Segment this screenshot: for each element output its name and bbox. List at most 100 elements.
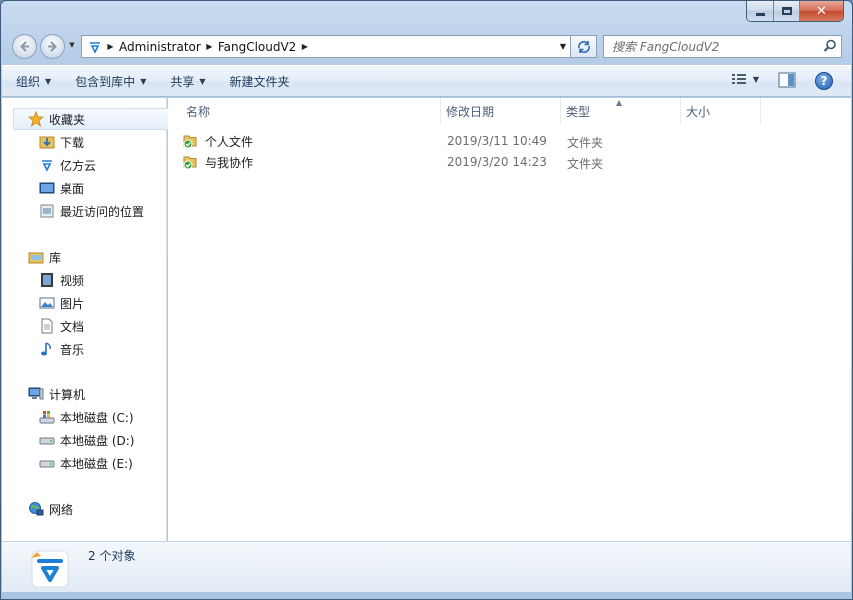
nav-videos-label: 视频 xyxy=(60,273,85,288)
caption-buttons: ✕ xyxy=(746,1,844,22)
share-label: 共享 xyxy=(170,74,195,89)
back-button[interactable] xyxy=(12,34,37,59)
back-arrow-icon xyxy=(20,41,29,52)
nav-favorites[interactable]: 收藏夹 xyxy=(13,108,176,130)
navigation-row: ▼ ▶ Administrator ▶ FangCloudV2 ▶ ▼ xyxy=(1,31,852,61)
nav-downloads[interactable]: 下载 xyxy=(2,131,84,153)
close-icon: ✕ xyxy=(816,3,827,19)
nav-downloads-label: 下载 xyxy=(60,135,85,150)
chevron-down-icon: ▼ xyxy=(140,76,147,86)
video-icon xyxy=(39,272,55,288)
hard-drive-icon xyxy=(39,455,55,471)
nav-videos[interactable]: 视频 xyxy=(2,269,84,291)
file-date: 2019/3/20 14:23 xyxy=(447,155,547,169)
breadcrumb-chevron-icon[interactable]: ▶ xyxy=(104,42,117,51)
include-in-library-button[interactable]: 包含到库中 ▼ xyxy=(75,68,156,94)
nav-pictures-label: 图片 xyxy=(60,296,85,311)
navigation-pane: 收藏夹 下载 亿方云 桌面 最近访问的位置 库 视频 图片 文档 音乐 计算机 … xyxy=(2,98,176,541)
help-button[interactable]: ? xyxy=(815,72,833,90)
breadcrumb-chevron-icon[interactable]: ▶ xyxy=(298,42,311,51)
include-in-library-label: 包含到库中 xyxy=(75,74,136,89)
computer-icon xyxy=(28,386,44,402)
file-type: 文件夹 xyxy=(567,157,604,171)
nav-computer[interactable]: 计算机 xyxy=(2,383,85,405)
organize-button[interactable]: 组织 ▼ xyxy=(16,68,61,94)
recent-pages-dropdown[interactable]: ▼ xyxy=(67,41,77,51)
chevron-down-icon: ▼ xyxy=(199,76,206,86)
file-name: 与我协作 xyxy=(205,155,254,170)
organize-label: 组织 xyxy=(16,74,41,89)
nav-drive-c-label: 本地磁盘 (C:) xyxy=(60,410,134,425)
nav-libraries-label: 库 xyxy=(49,250,62,265)
picture-icon xyxy=(39,295,55,311)
new-folder-label: 新建文件夹 xyxy=(229,74,290,89)
maximize-icon xyxy=(781,7,792,15)
synced-folder-icon xyxy=(182,154,198,170)
column-header-name[interactable]: 名称 xyxy=(181,98,441,124)
explorer-window: ✕ ▼ ▶ Administrator ▶ FangCloudV2 ▶ ▼ 搜索… xyxy=(0,0,853,600)
maximize-button[interactable] xyxy=(773,1,799,21)
new-folder-button[interactable]: 新建文件夹 xyxy=(230,68,300,94)
change-view-button[interactable]: ▼ xyxy=(731,72,759,86)
forward-button[interactable] xyxy=(40,34,65,59)
column-name-label: 名称 xyxy=(186,104,211,119)
fangcloud-app-icon xyxy=(31,550,69,588)
preview-pane-icon xyxy=(778,72,796,88)
nav-music[interactable]: 音乐 xyxy=(2,338,84,360)
nav-network-label: 网络 xyxy=(49,502,74,517)
search-box[interactable] xyxy=(603,35,842,58)
file-row[interactable]: 个人文件 2019/3/11 10:49 文件夹 xyxy=(182,131,682,151)
column-header-date[interactable]: 修改日期 xyxy=(441,98,561,124)
nav-computer-label: 计算机 xyxy=(49,387,86,402)
libraries-icon xyxy=(28,249,44,265)
nav-desktop[interactable]: 桌面 xyxy=(2,177,84,199)
breadcrumb-chevron-icon[interactable]: ▶ xyxy=(203,42,216,51)
minimize-icon xyxy=(755,12,765,16)
details-view-icon xyxy=(731,74,746,84)
nav-documents-label: 文档 xyxy=(60,319,85,334)
system-drive-icon xyxy=(39,409,55,425)
column-headers: 名称 修改日期 类型 ▲ 大小 xyxy=(168,98,851,124)
nav-drive-e-label: 本地磁盘 (E:) xyxy=(60,456,133,471)
file-list: 名称 修改日期 类型 ▲ 大小 个人文件 2019/3/11 10:49 文件夹… xyxy=(168,98,851,541)
document-icon xyxy=(39,318,55,334)
breadcrumb-administrator[interactable]: Administrator xyxy=(117,40,203,54)
nav-drive-d[interactable]: 本地磁盘 (D:) xyxy=(2,429,134,451)
nav-network[interactable]: 网络 xyxy=(2,498,73,520)
file-name: 个人文件 xyxy=(205,134,254,149)
nav-desktop-label: 桌面 xyxy=(60,181,85,196)
nav-drive-e[interactable]: 本地磁盘 (E:) xyxy=(2,452,133,474)
nav-recent-places-label: 最近访问的位置 xyxy=(60,204,145,219)
forward-arrow-icon xyxy=(48,41,57,52)
star-icon xyxy=(28,111,44,127)
nav-favorites-label: 收藏夹 xyxy=(49,112,86,127)
chevron-down-icon: ▼ xyxy=(752,74,759,84)
search-icon[interactable] xyxy=(823,39,837,53)
nav-drive-c[interactable]: 本地磁盘 (C:) xyxy=(2,406,134,428)
close-button[interactable]: ✕ xyxy=(799,1,843,21)
nav-yifangyun[interactable]: 亿方云 xyxy=(2,154,96,176)
nav-documents[interactable]: 文档 xyxy=(2,315,84,337)
refresh-button[interactable] xyxy=(571,35,597,58)
address-history-dropdown[interactable]: ▼ xyxy=(560,42,566,51)
file-row[interactable]: 与我协作 2019/3/20 14:23 文件夹 xyxy=(182,152,682,172)
nav-recent-places[interactable]: 最近访问的位置 xyxy=(2,200,144,222)
address-bar[interactable]: ▶ Administrator ▶ FangCloudV2 ▶ ▼ xyxy=(81,35,571,58)
downloads-folder-icon xyxy=(39,134,55,150)
details-pane: 2 个对象 xyxy=(2,541,851,592)
column-header-size[interactable]: 大小 xyxy=(681,98,761,124)
share-button[interactable]: 共享 ▼ xyxy=(170,68,215,94)
preview-pane-button[interactable] xyxy=(778,72,796,91)
music-icon xyxy=(39,341,55,357)
command-bar: 组织 ▼ 包含到库中 ▼ 共享 ▼ 新建文件夹 ▼ ? xyxy=(2,65,851,97)
search-input[interactable] xyxy=(604,36,814,57)
breadcrumb-fangcloudv2[interactable]: FangCloudV2 xyxy=(216,40,299,54)
nav-pictures[interactable]: 图片 xyxy=(2,292,84,314)
nav-libraries[interactable]: 库 xyxy=(2,246,61,268)
chevron-down-icon: ▼ xyxy=(45,76,52,86)
minimize-button[interactable] xyxy=(747,1,773,21)
file-type: 文件夹 xyxy=(567,136,604,150)
desktop-icon xyxy=(39,180,55,196)
column-size-label: 大小 xyxy=(686,104,711,119)
nav-yifangyun-label: 亿方云 xyxy=(60,158,97,173)
